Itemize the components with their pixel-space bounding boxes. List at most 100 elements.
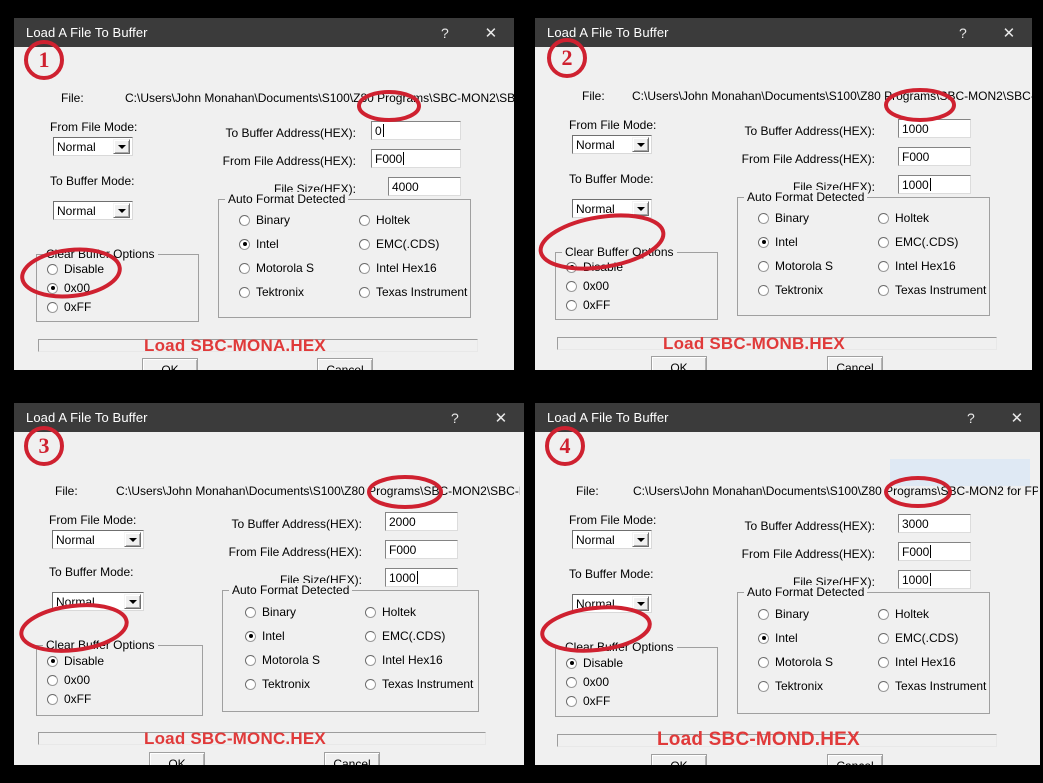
from-file-mode-combo-2[interactable]: Normal	[572, 135, 652, 154]
radio-format-binary-4[interactable]: Binary	[758, 607, 809, 621]
radio-label: Intel Hex16	[376, 261, 437, 275]
help-icon[interactable]: ?	[432, 403, 478, 432]
to-buffer-mode-combo-2[interactable]: Normal	[572, 199, 652, 218]
radio-clear-0xff-2[interactable]: 0xFF	[566, 298, 610, 312]
from-file-address-input-2[interactable]: F000	[898, 147, 971, 166]
chevron-down-icon[interactable]	[124, 594, 141, 609]
radio-icon	[239, 286, 250, 298]
radio-clear-0x00-2[interactable]: 0x00	[566, 279, 609, 293]
radio-format-binary-3[interactable]: Binary	[245, 605, 296, 619]
file-size-value: 1000	[902, 177, 929, 192]
radio-format-emc-3[interactable]: EMC(.CDS)	[365, 629, 445, 643]
radio-format-holtek-1[interactable]: Holtek	[359, 213, 410, 227]
radio-format-emc-1[interactable]: EMC(.CDS)	[359, 237, 439, 251]
radio-format-motorola-4[interactable]: Motorola S	[758, 655, 833, 669]
ok-button-4[interactable]: OK	[651, 754, 707, 765]
radio-format-ti-2[interactable]: Texas Instrument	[878, 283, 986, 297]
file-size-input-3[interactable]: 1000	[385, 568, 458, 587]
close-icon[interactable]: ✕	[994, 403, 1040, 432]
radio-clear-0x00-3[interactable]: 0x00	[47, 673, 90, 687]
radio-format-ti-4[interactable]: Texas Instrument	[878, 679, 986, 693]
radio-format-emc-4[interactable]: EMC(.CDS)	[878, 631, 958, 645]
radio-clear-disable-4[interactable]: Disable	[566, 656, 623, 670]
close-icon[interactable]: ✕	[468, 18, 514, 47]
chevron-down-icon[interactable]	[632, 596, 649, 611]
radio-clear-0xff-1[interactable]: 0xFF	[47, 300, 91, 314]
chevron-down-icon[interactable]	[113, 139, 130, 154]
to-buffer-mode-combo-4[interactable]: Normal	[572, 594, 652, 613]
chevron-down-icon[interactable]	[632, 532, 649, 547]
cancel-button-4[interactable]: Cancel	[827, 754, 883, 765]
radio-format-holtek-4[interactable]: Holtek	[878, 607, 929, 621]
radio-format-tektronix-1[interactable]: Tektronix	[239, 285, 304, 299]
cancel-button-1[interactable]: Cancel	[317, 358, 373, 370]
from-file-address-input-4[interactable]: F000	[898, 542, 971, 561]
radio-format-intelhex16-4[interactable]: Intel Hex16	[878, 655, 956, 669]
from-file-address-input-1[interactable]: F000	[371, 149, 461, 168]
file-size-input-2[interactable]: 1000	[898, 175, 971, 194]
file-size-input-4[interactable]: 1000	[898, 570, 971, 589]
to-buffer-mode-combo-3[interactable]: Normal	[52, 592, 144, 611]
radio-format-emc-2[interactable]: EMC(.CDS)	[878, 235, 958, 249]
to-buffer-address-input-1[interactable]: 0	[371, 121, 461, 140]
radio-clear-disable-3[interactable]: Disable	[47, 654, 104, 668]
auto-format-group-label: Auto Format Detected	[225, 192, 349, 206]
from-file-address-input-3[interactable]: F000	[385, 540, 458, 559]
close-icon[interactable]: ✕	[986, 18, 1032, 47]
radio-format-tektronix-4[interactable]: Tektronix	[758, 679, 823, 693]
radio-format-motorola-3[interactable]: Motorola S	[245, 653, 320, 667]
radio-format-intel-1[interactable]: Intel	[239, 237, 279, 251]
help-icon[interactable]: ?	[422, 18, 468, 47]
radio-format-motorola-2[interactable]: Motorola S	[758, 259, 833, 273]
radio-format-intelhex16-2[interactable]: Intel Hex16	[878, 259, 956, 273]
titlebar-1: Load A File To Buffer ? ✕	[14, 18, 514, 47]
ok-button-1[interactable]: OK	[142, 358, 198, 370]
radio-clear-0xff-4[interactable]: 0xFF	[566, 694, 610, 708]
to-buffer-address-input-2[interactable]: 1000	[898, 119, 971, 138]
radio-format-tektronix-2[interactable]: Tektronix	[758, 283, 823, 297]
radio-format-ti-1[interactable]: Texas Instrument	[359, 285, 467, 299]
help-icon[interactable]: ?	[948, 403, 994, 432]
to-buffer-address-input-4[interactable]: 3000	[898, 514, 971, 533]
radio-format-intelhex16-3[interactable]: Intel Hex16	[365, 653, 443, 667]
radio-format-binary-2[interactable]: Binary	[758, 211, 809, 225]
to-buffer-address-value: 3000	[902, 516, 929, 531]
to-buffer-address-input-3[interactable]: 2000	[385, 512, 458, 531]
chevron-down-icon[interactable]	[632, 201, 649, 216]
radio-format-motorola-1[interactable]: Motorola S	[239, 261, 314, 275]
ok-button-3[interactable]: OK	[149, 752, 205, 765]
radio-clear-disable-1[interactable]: Disable	[47, 262, 104, 276]
radio-format-ti-3[interactable]: Texas Instrument	[365, 677, 473, 691]
auto-format-group-label: Auto Format Detected	[744, 585, 868, 599]
chevron-down-icon[interactable]	[113, 203, 130, 218]
cancel-button-3[interactable]: Cancel	[324, 752, 380, 765]
radio-format-holtek-3[interactable]: Holtek	[365, 605, 416, 619]
radio-format-intel-3[interactable]: Intel	[245, 629, 285, 643]
from-file-address-label: From File Address(HEX):	[222, 154, 356, 168]
radio-icon	[47, 693, 58, 705]
chevron-down-icon[interactable]	[632, 137, 649, 152]
file-size-input-1[interactable]: 4000	[388, 177, 461, 196]
radio-format-intel-4[interactable]: Intel	[758, 631, 798, 645]
to-buffer-mode-combo-1[interactable]: Normal	[53, 201, 133, 220]
radio-clear-0xff-3[interactable]: 0xFF	[47, 692, 91, 706]
radio-clear-disable-2[interactable]: Disable	[566, 260, 623, 274]
radio-icon	[566, 280, 577, 292]
help-icon[interactable]: ?	[940, 18, 986, 47]
cancel-button-2[interactable]: Cancel	[827, 356, 883, 370]
chevron-down-icon[interactable]	[124, 532, 141, 547]
radio-format-tektronix-3[interactable]: Tektronix	[245, 677, 310, 691]
from-file-mode-combo-4[interactable]: Normal	[572, 530, 652, 549]
from-file-mode-combo-1[interactable]: Normal	[53, 137, 133, 156]
radio-clear-0x00-1[interactable]: 0x00	[47, 281, 90, 295]
from-file-mode-combo-3[interactable]: Normal	[52, 530, 144, 549]
file-size-value: 4000	[392, 179, 419, 194]
ok-button-2[interactable]: OK	[651, 356, 707, 370]
radio-icon	[566, 299, 577, 311]
radio-format-intel-2[interactable]: Intel	[758, 235, 798, 249]
close-icon[interactable]: ✕	[478, 403, 524, 432]
radio-format-intelhex16-1[interactable]: Intel Hex16	[359, 261, 437, 275]
radio-clear-0x00-4[interactable]: 0x00	[566, 675, 609, 689]
radio-format-holtek-2[interactable]: Holtek	[878, 211, 929, 225]
radio-format-binary-1[interactable]: Binary	[239, 213, 290, 227]
